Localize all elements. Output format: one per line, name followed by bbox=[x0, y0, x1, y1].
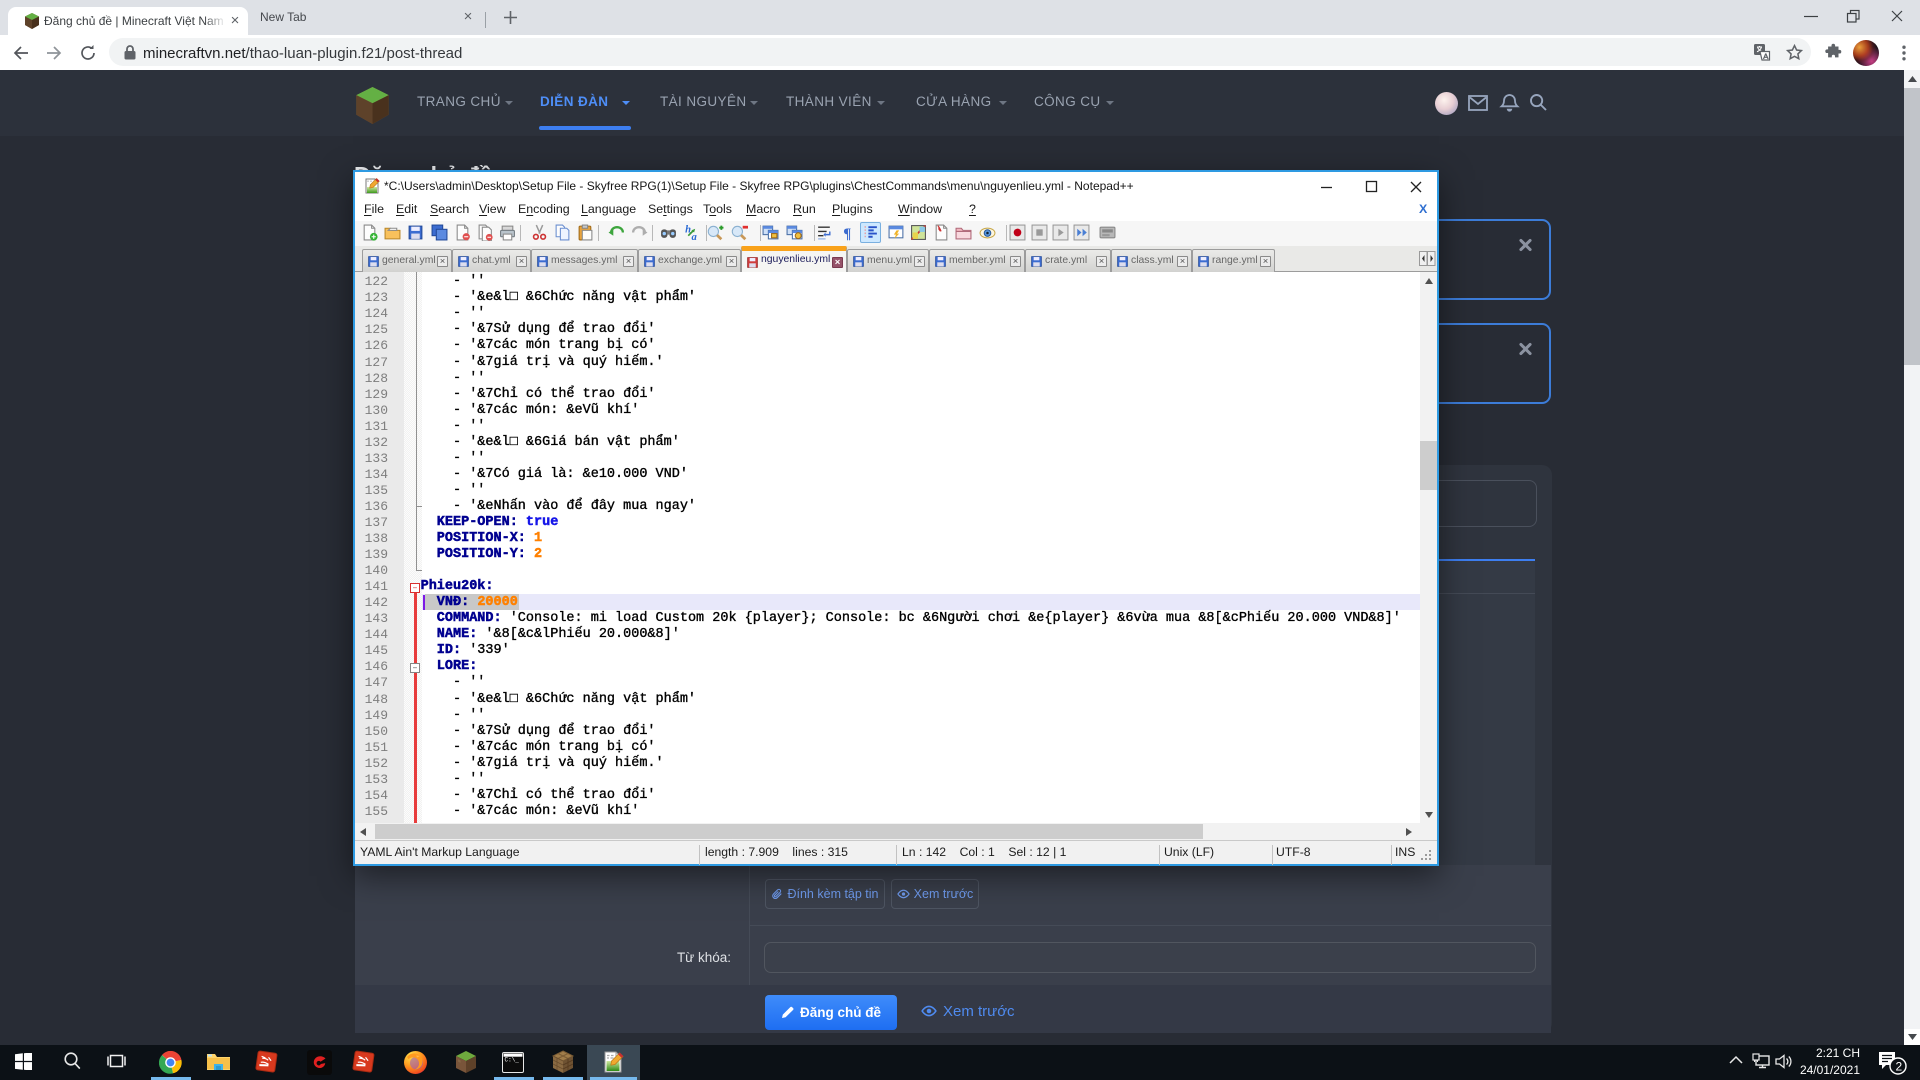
svg-text:C:\_: C:\_ bbox=[505, 1057, 520, 1064]
svg-text:2: 2 bbox=[1896, 1060, 1903, 1074]
svg-text:¶: ¶ bbox=[843, 226, 851, 241]
svg-text:a: a bbox=[691, 232, 697, 241]
